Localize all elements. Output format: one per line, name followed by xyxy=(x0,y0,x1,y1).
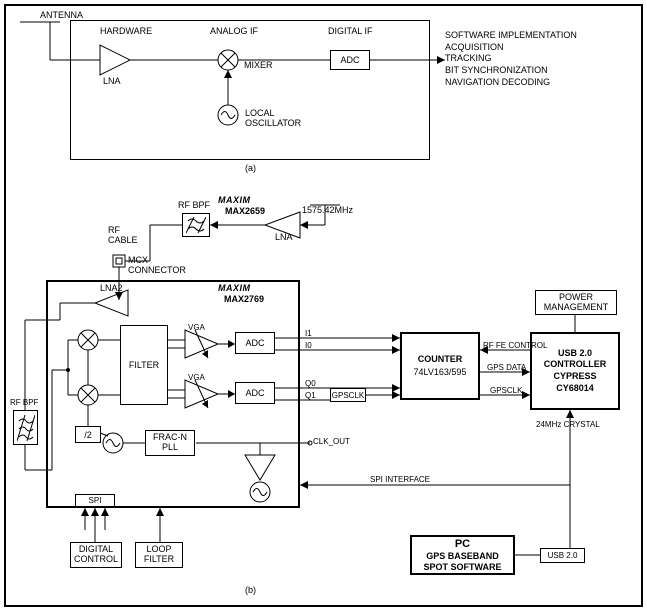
counter-box: COUNTER 74LV163/595 xyxy=(400,332,480,400)
power-mgmt-box: POWER MANAGEMENT xyxy=(535,290,617,315)
spi-box: SPI xyxy=(75,494,115,507)
gpsclk-text: GPSCLK xyxy=(332,391,364,400)
diagram-canvas: ANTENNA xyxy=(0,0,647,611)
rf-bpf-top-label: RF BPF xyxy=(178,200,210,210)
power-mgmt-text: POWER MANAGEMENT xyxy=(544,293,609,313)
loop-filter-box: LOOP FILTER xyxy=(135,542,183,568)
pc-title: PC xyxy=(455,538,470,550)
filter-box: FILTER xyxy=(120,325,168,405)
adc-a-box: ADC xyxy=(330,50,370,70)
a-caption: (a) xyxy=(245,163,256,173)
max2769-label: MAX2769 xyxy=(224,294,264,304)
gpsclk2-label: GPSCLK xyxy=(490,386,522,395)
vga-q-label: VGA xyxy=(188,373,205,382)
crystal-label: 24MHz CRYSTAL xyxy=(536,420,600,429)
a-outputs: SOFTWARE IMPLEMENTATION ACQUISITION TRAC… xyxy=(445,30,577,88)
usb-ctrl-text: USB 2.0 CONTROLLER CYPRESS CY68014 xyxy=(544,348,607,395)
rf-bpf-top-box xyxy=(182,213,210,237)
freq-label: 1575.42MHz xyxy=(302,205,353,215)
rf-bpf-left-box xyxy=(13,410,38,445)
hardware-label: HARDWARE xyxy=(100,26,152,36)
q1-label: Q1 xyxy=(305,391,316,400)
mcx-label: MCX CONNECTOR xyxy=(128,255,186,275)
spi-text: SPI xyxy=(89,496,102,505)
lna2-label: LNA2 xyxy=(100,283,123,293)
loop-filter-text: LOOP FILTER xyxy=(144,545,174,565)
analog-if-label: ANALOG IF xyxy=(210,26,258,36)
clkout-label: CLK_OUT xyxy=(313,437,350,446)
usb2-box: USB 2.0 xyxy=(540,548,585,563)
b-caption: (b) xyxy=(245,585,256,595)
gps-data-label: GPS DATA xyxy=(487,363,526,372)
pc-box: PCGPS BASEBAND SPOT SOFTWARE xyxy=(410,535,515,575)
vga-i-label: VGA xyxy=(188,323,205,332)
rf-fe-label: RF FE CONTROL xyxy=(483,341,547,350)
adc-i-text: ADC xyxy=(245,338,264,348)
i0-label: I0 xyxy=(305,341,312,350)
filter-text: FILTER xyxy=(129,360,159,370)
rf-bpf-left-label: RF BPF xyxy=(10,398,38,407)
fracn-box: FRAC-N PLL xyxy=(145,430,195,456)
pc-sub: GPS BASEBAND SPOT SOFTWARE xyxy=(423,551,501,572)
digital-ctrl-box: DIGITAL CONTROL xyxy=(70,542,122,568)
maxim-brand-1: MAXIM xyxy=(218,195,251,205)
div2-text: /2 xyxy=(84,430,92,440)
mixer-label: MIXER xyxy=(244,60,273,70)
q0-label: Q0 xyxy=(305,379,316,388)
i1-label: I1 xyxy=(305,329,312,338)
div2-box: /2 xyxy=(75,426,101,443)
adc-q-box: ADC xyxy=(235,382,275,404)
rf-cable-label: RF CABLE xyxy=(108,225,138,245)
spi-if-label: SPI INTERFACE xyxy=(370,475,430,484)
lo-label: LOCAL OSCILLATOR xyxy=(245,108,301,128)
digital-ctrl-text: DIGITAL CONTROL xyxy=(74,545,118,565)
max2659-label: MAX2659 xyxy=(225,206,265,216)
gpsclk-box: GPSCLK xyxy=(330,388,366,402)
counter-title: COUNTER xyxy=(418,354,463,364)
adc-q-text: ADC xyxy=(245,388,264,398)
maxim-brand-2: MAXIM xyxy=(218,283,251,293)
adc-a-text: ADC xyxy=(340,55,359,65)
fracn-text: FRAC-N PLL xyxy=(153,433,187,453)
lna-label: LNA xyxy=(103,76,121,86)
adc-i-box: ADC xyxy=(235,332,275,354)
lna-b-label: LNA xyxy=(275,232,293,242)
counter-part: 74LV163/595 xyxy=(414,367,467,377)
digital-if-label: DIGITAL IF xyxy=(328,26,373,36)
usb2-text: USB 2.0 xyxy=(548,551,578,560)
